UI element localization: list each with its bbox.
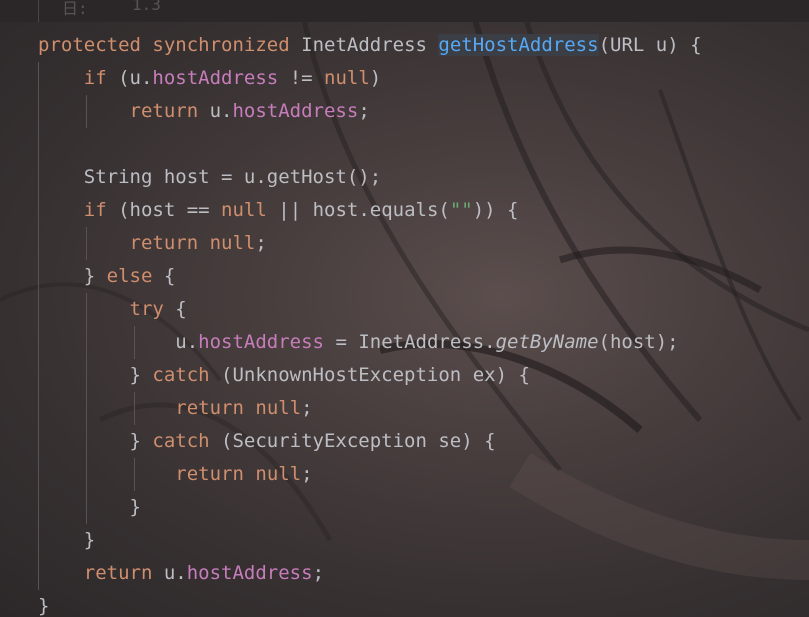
code-token: (host); xyxy=(598,331,679,353)
code-token: return xyxy=(129,232,199,254)
code-token: null xyxy=(255,463,302,485)
code-token: hostAddress xyxy=(198,331,324,353)
code-line[interactable]: return null; xyxy=(38,227,702,260)
code-token: { xyxy=(163,298,187,320)
code-token: if xyxy=(83,199,107,221)
code-line[interactable]: u.hostAddress = InetAddress.getByName(ho… xyxy=(38,326,702,359)
code-line[interactable]: return u.hostAddress; xyxy=(38,95,702,128)
code-token: getByName xyxy=(495,331,599,353)
code-token: } xyxy=(38,364,153,386)
code-token: } xyxy=(38,496,141,518)
code-token: "" xyxy=(449,199,473,221)
code-token: try xyxy=(129,298,164,320)
code-line[interactable]: try { xyxy=(38,293,702,326)
code-token: synchronized xyxy=(152,34,290,56)
code-lines[interactable]: protected synchronized InetAddress getHo… xyxy=(38,29,702,617)
code-line[interactable]: protected synchronized InetAddress getHo… xyxy=(38,29,702,62)
code-token: protected xyxy=(38,34,141,56)
folded-hint-strip: 日: 1.3 xyxy=(0,0,809,22)
code-line[interactable]: } else { xyxy=(38,260,702,293)
code-token: = InetAddress. xyxy=(324,331,496,353)
code-line[interactable]: return null; xyxy=(38,392,702,425)
code-line[interactable]: if (u.hostAddress != null) xyxy=(38,62,702,95)
code-token: catch xyxy=(152,430,210,452)
code-line[interactable]: return u.hostAddress; xyxy=(38,557,702,590)
code-line[interactable]: } xyxy=(38,590,702,617)
code-token: )) { xyxy=(472,199,519,221)
code-line[interactable]: } catch (SecurityException se) { xyxy=(38,425,702,458)
code-token: u. xyxy=(152,562,187,584)
code-line[interactable]: String host = u.getHost(); xyxy=(38,161,702,194)
code-token: } xyxy=(38,265,107,287)
code-token: if xyxy=(83,67,107,89)
code-token: null xyxy=(209,232,256,254)
code-token: null xyxy=(324,67,370,89)
code-token: InetAddress xyxy=(289,34,439,56)
code-token: ) xyxy=(369,67,382,89)
code-token: null xyxy=(255,397,302,419)
code-line[interactable]: } xyxy=(38,491,702,524)
code-token: (SecurityException se) { xyxy=(209,430,496,452)
code-token: catch xyxy=(152,364,210,386)
code-line[interactable]: } catch (UnknownHostException ex) { xyxy=(38,359,702,392)
code-token: u. xyxy=(198,100,233,122)
code-token: String host = u.getHost(); xyxy=(38,166,382,188)
code-token: (host == xyxy=(106,199,222,221)
code-token: ; xyxy=(312,562,325,584)
code-token: (u. xyxy=(106,67,153,89)
code-line[interactable]: } xyxy=(38,524,702,557)
code-token: return xyxy=(175,463,244,485)
code-token: } xyxy=(38,430,153,452)
code-token: || host.equals( xyxy=(266,199,450,221)
code-token: u. xyxy=(38,331,199,353)
hint-text: 1.3 xyxy=(132,0,161,14)
code-line[interactable]: if (host == null || host.equals("")) { xyxy=(38,194,702,227)
hint-text: 日: xyxy=(62,0,88,18)
code-token: ; xyxy=(301,463,313,485)
code-token: hostAddress xyxy=(232,100,359,122)
code-token: return xyxy=(175,397,244,419)
code-token: != xyxy=(278,67,325,89)
code-token: } xyxy=(38,529,96,551)
code-token: (UnknownHostException ex) { xyxy=(209,364,530,386)
code-token: else xyxy=(106,265,153,287)
code-line[interactable] xyxy=(38,128,702,161)
code-token: ; xyxy=(255,232,267,254)
code-token: } xyxy=(38,595,50,617)
gutter-divider xyxy=(38,0,39,22)
code-line[interactable]: return null; xyxy=(38,458,702,491)
code-token: (URL u) { xyxy=(598,34,702,56)
code-token: null xyxy=(221,199,267,221)
code-editor[interactable]: 日: 1.3 protected synchronized InetAddres… xyxy=(0,0,809,617)
code-token: hostAddress xyxy=(152,67,279,89)
code-token: ; xyxy=(301,397,313,419)
code-token: return xyxy=(83,562,153,584)
code-token: getHostAddress xyxy=(438,34,599,56)
code-token: ; xyxy=(358,100,370,122)
code-token: { xyxy=(152,265,176,287)
code-token: return xyxy=(129,100,199,122)
code-token: hostAddress xyxy=(186,562,313,584)
